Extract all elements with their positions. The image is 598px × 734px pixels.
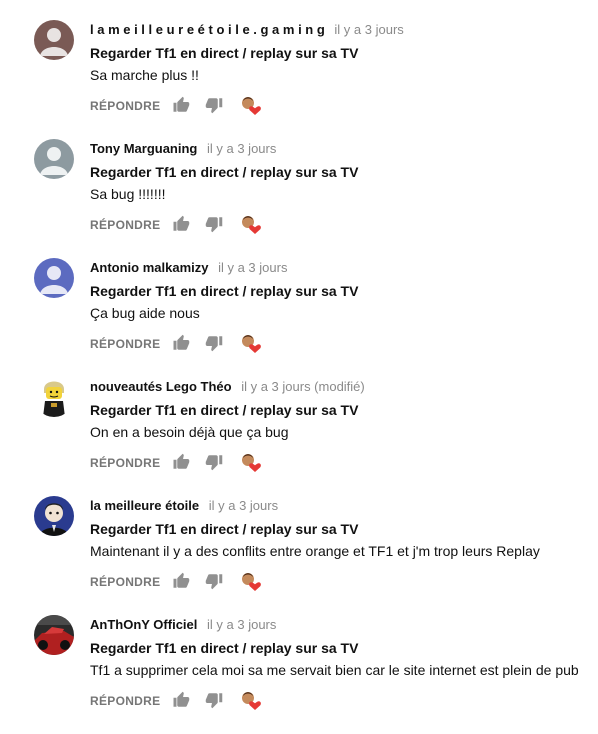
reply-button[interactable]: RÉPONDRE [90,99,160,113]
timestamp[interactable]: il y a 3 jours (modifié) [241,379,365,394]
avatar[interactable] [34,377,74,417]
creator-heart-icon [240,333,262,355]
thumbs-up-icon[interactable] [172,334,190,352]
author-name[interactable]: la meilleure étoile [90,498,199,513]
reply-button[interactable]: RÉPONDRE [90,575,160,589]
timestamp[interactable]: il y a 3 jours [207,617,276,632]
timestamp[interactable]: il y a 3 jours [218,260,287,275]
avatar-default-icon [34,139,74,179]
comment-header: AnThOnY Officiel il y a 3 jours [90,617,276,632]
creator-heart-icon [240,452,262,474]
reply-button[interactable]: RÉPONDRE [90,218,160,232]
thumbs-up-icon[interactable] [172,453,190,471]
avatar[interactable] [34,139,74,179]
comment-text: Maintenant il y a des conflits entre ora… [90,543,540,559]
comment-text: Ça bug aide nous [90,305,200,321]
thumbs-down-icon[interactable] [205,453,223,471]
comment-header: la meilleure étoile il y a 3 jours [90,498,278,513]
avatar-car-icon [34,615,74,655]
author-name[interactable]: l a m e i l l e u r e é t o i l e . g a … [90,22,325,37]
thumbs-down-icon[interactable] [205,215,223,233]
timestamp[interactable]: il y a 3 jours [334,22,403,37]
avatar[interactable] [34,258,74,298]
reply-button[interactable]: RÉPONDRE [90,456,160,470]
comment-text: On en a besoin déjà que ça bug [90,424,289,440]
comment-text: Sa marche plus !! [90,67,199,83]
timestamp[interactable]: il y a 3 jours [209,498,278,513]
thumbs-up-icon[interactable] [172,96,190,114]
thumbs-down-icon[interactable] [205,691,223,709]
comment-header: Antonio malkamizy il y a 3 jours [90,260,287,275]
author-name[interactable]: Antonio malkamizy [90,260,208,275]
thumbs-down-icon[interactable] [205,334,223,352]
avatar[interactable] [34,615,74,655]
comment: la meilleure étoile il y a 3 jours Regar… [0,496,598,615]
comment-header: Tony Marguaning il y a 3 jours [90,141,276,156]
avatar-lego-figure-icon [34,377,74,417]
thumbs-up-icon[interactable] [172,691,190,709]
video-title-link[interactable]: Regarder Tf1 en direct / replay sur sa T… [90,640,358,656]
author-name[interactable]: Tony Marguaning [90,141,197,156]
creator-heart-icon [240,571,262,593]
thumbs-down-icon[interactable] [205,572,223,590]
reply-button[interactable]: RÉPONDRE [90,337,160,351]
video-title-link[interactable]: Regarder Tf1 en direct / replay sur sa T… [90,283,358,299]
comment: l a m e i l l e u r e é t o i l e . g a … [0,20,598,139]
reply-button[interactable]: RÉPONDRE [90,694,160,708]
comment: AnThOnY Officiel il y a 3 jours Regarder… [0,615,598,734]
video-title-link[interactable]: Regarder Tf1 en direct / replay sur sa T… [90,521,358,537]
video-title-link[interactable]: Regarder Tf1 en direct / replay sur sa T… [90,164,358,180]
comment-header: l a m e i l l e u r e é t o i l e . g a … [90,22,404,37]
thumbs-down-icon[interactable] [205,96,223,114]
author-name[interactable]: AnThOnY Officiel [90,617,197,632]
comment-text: Tf1 a supprimer cela moi sa me servait b… [90,662,579,678]
author-name[interactable]: nouveautés Lego Théo [90,379,232,394]
comment: nouveautés Lego Théo il y a 3 jours (mod… [0,377,598,496]
avatar[interactable] [34,20,74,60]
creator-heart-icon [240,95,262,117]
thumbs-up-icon[interactable] [172,572,190,590]
avatar-cartoon-icon [34,496,74,536]
avatar-default-icon [34,258,74,298]
comment: Antonio malkamizy il y a 3 jours Regarde… [0,258,598,377]
video-title-link[interactable]: Regarder Tf1 en direct / replay sur sa T… [90,45,358,61]
comment-header: nouveautés Lego Théo il y a 3 jours (mod… [90,379,365,394]
creator-heart-icon [240,214,262,236]
avatar[interactable] [34,496,74,536]
thumbs-up-icon[interactable] [172,215,190,233]
avatar-default-icon [34,20,74,60]
video-title-link[interactable]: Regarder Tf1 en direct / replay sur sa T… [90,402,358,418]
comment-text: Sa bug !!!!!!! [90,186,166,202]
comment: Tony Marguaning il y a 3 jours Regarder … [0,139,598,258]
timestamp[interactable]: il y a 3 jours [207,141,276,156]
creator-heart-icon [240,690,262,712]
